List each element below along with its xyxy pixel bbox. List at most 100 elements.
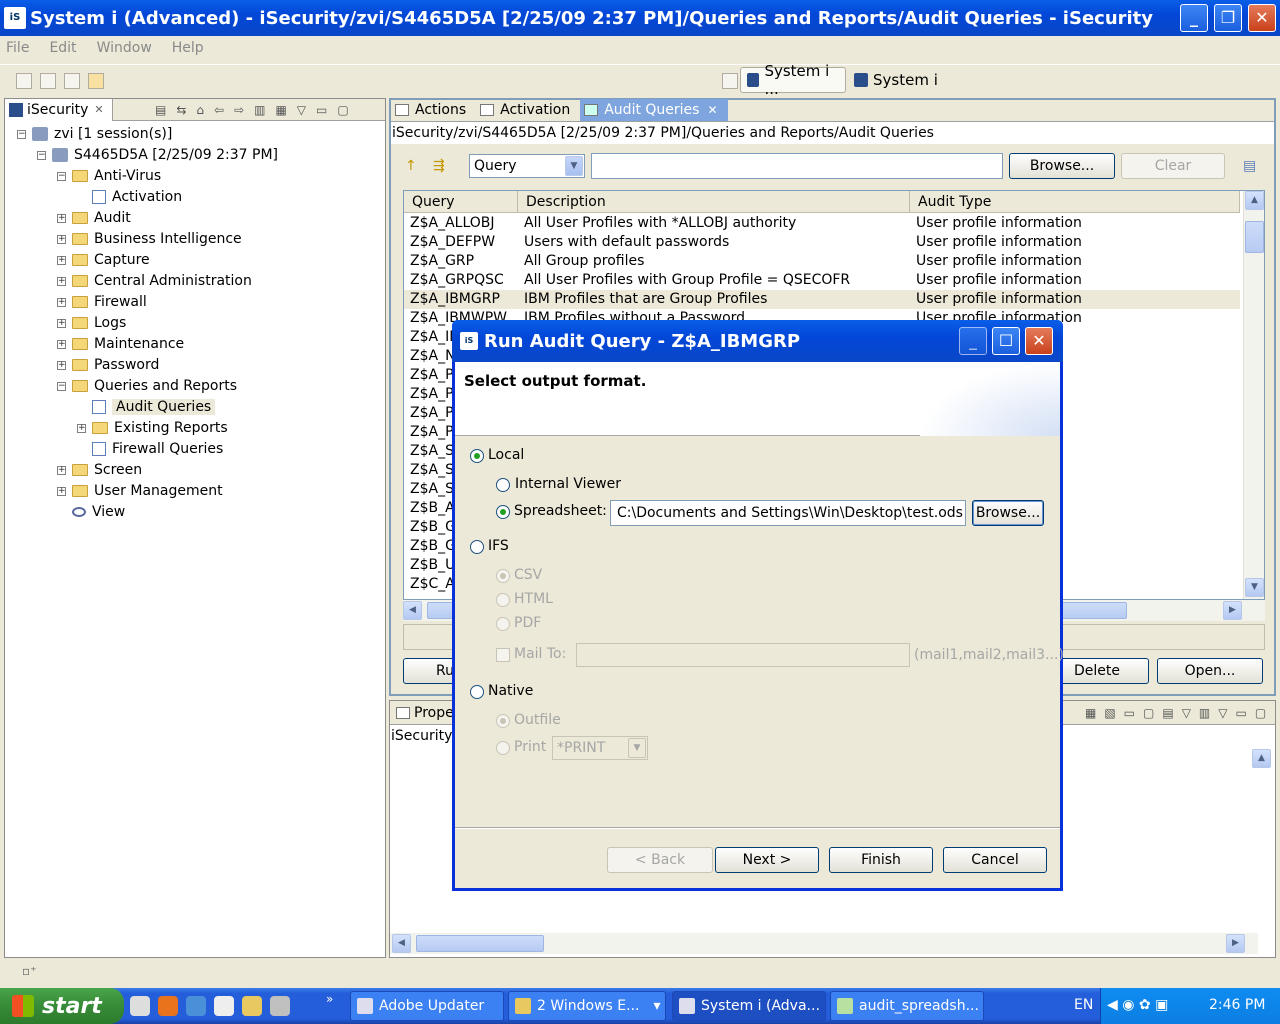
properties-toolbar-icons[interactable]: ▦▧▭▢▤▽▥▽▭▢ bbox=[1085, 706, 1274, 720]
csv-radio[interactable] bbox=[496, 569, 510, 583]
expand-icon[interactable]: + bbox=[57, 234, 66, 244]
column-header-audit-type[interactable]: Audit Type bbox=[910, 191, 1240, 213]
scroll-down-icon[interactable]: ▼ bbox=[1245, 578, 1264, 597]
ifs-radio[interactable] bbox=[470, 540, 484, 554]
fast-view-icon[interactable]: ▫⁺ bbox=[22, 964, 36, 978]
tab-activation[interactable]: Activation bbox=[476, 99, 580, 121]
perspective-system-i-advanced[interactable]: System i ... bbox=[740, 62, 846, 98]
spreadsheet-path-input[interactable]: C:\Documents and Settings\Win\Desktop\te… bbox=[610, 500, 966, 526]
collapse-icon[interactable]: − bbox=[37, 150, 46, 160]
open-perspective-icon[interactable] bbox=[722, 73, 738, 89]
desktop-icon[interactable] bbox=[270, 996, 290, 1016]
title-bar[interactable]: iS System i (Advanced) - iSecurity/zvi/S… bbox=[0, 0, 1280, 36]
folder-icon[interactable] bbox=[242, 996, 262, 1016]
expand-icon[interactable]: + bbox=[57, 318, 66, 328]
menu-file[interactable]: File bbox=[6, 40, 29, 56]
scroll-thumb[interactable] bbox=[1245, 221, 1264, 253]
tab-actions[interactable]: Actions bbox=[391, 99, 476, 121]
tab-audit-queries[interactable]: Audit Queries ✕ bbox=[580, 99, 728, 121]
minimize-button[interactable]: _ bbox=[959, 327, 987, 355]
table-row[interactable]: Z$A_IBMGRP IBM Profiles that are Group Pr… bbox=[404, 290, 1240, 309]
sort-up-icon[interactable]: ↑ bbox=[405, 158, 417, 174]
menu-help[interactable]: Help bbox=[172, 40, 204, 56]
tree-item[interactable]: Firewall Queries bbox=[77, 439, 223, 459]
filter-field-select[interactable]: Query ▼ bbox=[469, 154, 585, 178]
media-player-icon[interactable] bbox=[214, 996, 234, 1016]
language-indicator[interactable]: EN bbox=[1074, 997, 1093, 1013]
close-tab-icon[interactable]: ✕ bbox=[94, 103, 103, 116]
restore-button[interactable]: ❐ bbox=[1214, 4, 1242, 32]
mail-to-checkbox[interactable] bbox=[496, 648, 510, 662]
tree-item[interactable]: + Capture bbox=[57, 250, 150, 270]
expand-icon[interactable]: + bbox=[57, 213, 66, 223]
tree-item[interactable]: − S4465D5A [2/25/09 2:37 PM] bbox=[37, 145, 278, 165]
scroll-up-icon[interactable]: ▲ bbox=[1245, 191, 1264, 210]
tree-item[interactable]: + Screen bbox=[57, 460, 142, 480]
scroll-left-icon[interactable]: ◀ bbox=[392, 934, 411, 953]
open-button[interactable]: Open... bbox=[1157, 658, 1263, 684]
tab-properties[interactable]: Prope bbox=[414, 705, 454, 721]
tree-item[interactable]: Activation bbox=[77, 187, 182, 207]
tree-item[interactable]: + User Management bbox=[57, 481, 223, 501]
view-toolbar-icons[interactable]: ▤⇆⌂⇦⇨▥▦▽▭▢ bbox=[155, 103, 359, 117]
tree-item[interactable]: + Existing Reports bbox=[77, 418, 228, 438]
tree-item[interactable]: + Maintenance bbox=[57, 334, 184, 354]
tree-item[interactable]: + Firewall bbox=[57, 292, 147, 312]
tree-item[interactable]: + Business Intelligence bbox=[57, 229, 242, 249]
menu-window[interactable]: Window bbox=[97, 40, 152, 56]
browse-button[interactable]: Browse... bbox=[972, 500, 1044, 526]
back-button[interactable]: < Back bbox=[607, 847, 713, 873]
tree-item[interactable]: + Password bbox=[57, 355, 159, 375]
close-button[interactable]: ✕ bbox=[1025, 327, 1053, 355]
dialog-title-bar[interactable]: iS Run Audit Query - Z$A_IBMGRP _ ☐ ✕ bbox=[452, 320, 1063, 362]
table-row[interactable]: Z$A_GRP All Group profiles User profile in… bbox=[404, 252, 1240, 271]
tree-item[interactable]: + Central Administration bbox=[57, 271, 252, 291]
task-audit-spreadsheet[interactable]: audit_spreadsh... bbox=[830, 991, 984, 1021]
vertical-scrollbar[interactable]: ▲ ▼ bbox=[1243, 191, 1264, 599]
mail-to-input[interactable] bbox=[576, 643, 910, 667]
close-tab-icon[interactable]: ✕ bbox=[707, 103, 717, 117]
firefox-icon[interactable] bbox=[158, 996, 178, 1016]
outfile-radio[interactable] bbox=[496, 714, 510, 728]
expand-icon[interactable]: + bbox=[57, 276, 66, 286]
filter-icon[interactable]: ⇶ bbox=[433, 158, 445, 174]
column-header-query[interactable]: Query bbox=[404, 191, 518, 213]
menu-edit[interactable]: Edit bbox=[49, 40, 76, 56]
maximize-button[interactable]: ☐ bbox=[992, 327, 1020, 355]
tree-item[interactable]: − zvi [1 session(s)] bbox=[17, 124, 172, 144]
native-radio[interactable] bbox=[470, 685, 484, 699]
tab-isecurity[interactable]: iSecurity ✕ bbox=[5, 98, 113, 121]
expand-icon[interactable]: + bbox=[57, 465, 66, 475]
spreadsheet-radio[interactable] bbox=[496, 505, 510, 519]
tray-icons[interactable]: ◀ ◉ ✿ ▣ bbox=[1107, 997, 1168, 1013]
expand-icon[interactable]: + bbox=[57, 360, 66, 370]
chevron-icon[interactable]: » bbox=[326, 992, 333, 1006]
collapse-icon[interactable]: − bbox=[57, 171, 66, 181]
clear-button[interactable]: Clear bbox=[1121, 153, 1225, 179]
scroll-left-icon[interactable]: ◀ bbox=[403, 601, 422, 620]
local-radio[interactable] bbox=[470, 449, 484, 463]
html-radio[interactable] bbox=[496, 593, 510, 607]
perspective-system-i[interactable]: System i bbox=[848, 67, 944, 93]
tree-item[interactable]: Audit Queries bbox=[77, 397, 216, 417]
expand-icon[interactable]: + bbox=[57, 339, 66, 349]
collapse-icon[interactable]: − bbox=[57, 381, 66, 391]
browse-button[interactable]: Browse... bbox=[1009, 153, 1115, 179]
tree-item[interactable]: View bbox=[57, 502, 125, 522]
explorer-icon[interactable] bbox=[130, 996, 150, 1016]
task-adobe-updater[interactable]: Adobe Updater bbox=[350, 991, 504, 1021]
table-row[interactable]: Z$A_GRPQSC All User Profiles with Group P… bbox=[404, 271, 1240, 290]
scroll-thumb[interactable] bbox=[416, 935, 544, 952]
tree-item[interactable]: + Logs bbox=[57, 313, 126, 333]
expand-icon[interactable]: + bbox=[57, 486, 66, 496]
tree-item[interactable]: + Audit bbox=[57, 208, 131, 228]
scroll-up-icon[interactable]: ▲ bbox=[1252, 749, 1271, 768]
scroll-right-icon[interactable]: ▶ bbox=[1226, 934, 1245, 953]
task-windows-explorer[interactable]: 2 Windows E... ▾ bbox=[508, 991, 666, 1021]
cancel-button[interactable]: Cancel bbox=[943, 847, 1047, 873]
filter-input[interactable] bbox=[591, 153, 1003, 179]
expand-icon[interactable]: + bbox=[57, 255, 66, 265]
columns-icon[interactable]: ▤ bbox=[1243, 158, 1256, 174]
scroll-right-icon[interactable]: ▶ bbox=[1223, 601, 1242, 620]
toggle-view-icon[interactable] bbox=[16, 73, 32, 89]
